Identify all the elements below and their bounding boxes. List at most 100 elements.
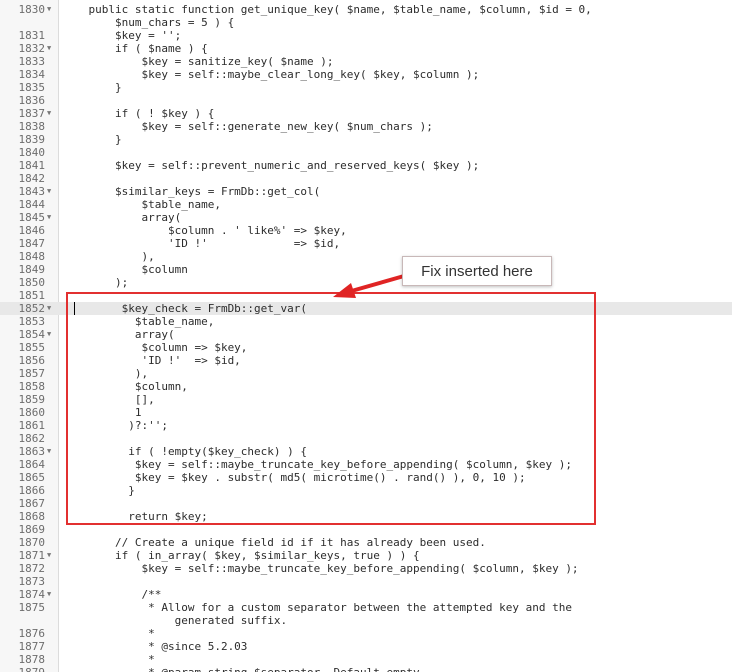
code-line[interactable]: 1840 [0,146,732,159]
fold-arrow-icon[interactable]: ▼ [47,588,51,601]
code-line[interactable]: 1851 [0,289,732,302]
code-line[interactable]: 1839 } [0,133,732,146]
code-line[interactable]: 1850 ); [0,276,732,289]
fold-arrow-icon[interactable]: ▼ [47,445,51,458]
code-line[interactable]: 1834 $key = self::maybe_clear_long_key( … [0,68,732,81]
code-text[interactable]: // Create a unique field id if it has al… [62,536,486,549]
code-line[interactable]: 1844 $table_name, [0,198,732,211]
code-line[interactable]: 1843 ▼ $similar_keys = FrmDb::get_col( [0,185,732,198]
code-line[interactable]: 1852 ▼ $key_check = FrmDb::get_var( [0,302,732,315]
code-line[interactable]: 1871 ▼ if ( in_array( $key, $similar_keys… [0,549,732,562]
code-line[interactable]: generated suffix. [0,614,732,627]
code-line[interactable]: 1847 'ID !' => $id, [0,237,732,250]
code-line[interactable]: 1863 ▼ if ( !empty($key_check) ) { [0,445,732,458]
code-line[interactable]: 1879 * @param string $separator. Default… [0,666,732,672]
code-text[interactable]: if ( !empty($key_check) ) { [62,445,307,458]
code-line[interactable]: 1866 } [0,484,732,497]
fold-arrow-icon[interactable]: ▼ [47,549,51,562]
code-line[interactable]: 1830 ▼ public static function get_unique_… [0,3,732,16]
code-text[interactable]: $key = sanitize_key( $name ); [62,55,333,68]
code-text[interactable]: } [62,133,122,146]
code-line[interactable]: 1848 ), [0,250,732,263]
code-line[interactable]: 1841 $key = self::prevent_numeric_and_re… [0,159,732,172]
code-text[interactable]: 'ID !' => $id, [62,237,340,250]
code-editor[interactable]: 1830 ▼ public static function get_unique_… [0,0,732,672]
code-text[interactable]: $table_name, [62,315,214,328]
code-line[interactable]: 1836 [0,94,732,107]
code-line[interactable]: 1877 * @since 5.2.03 [0,640,732,653]
code-text[interactable]: array( [62,211,181,224]
code-text[interactable]: $num_chars = 5 ) { [62,16,234,29]
code-line[interactable]: 1855 $column => $key, [0,341,732,354]
code-line[interactable]: 1867 [0,497,732,510]
code-line[interactable]: 1861 )?:''; [0,419,732,432]
code-text[interactable]: $similar_keys = FrmDb::get_col( [62,185,320,198]
code-text[interactable]: $key = $key . substr( md5( microtime() .… [62,471,526,484]
code-line[interactable]: 1878 * [0,653,732,666]
code-line[interactable]: 1869 [0,523,732,536]
code-text[interactable]: $key_check = FrmDb::get_var( [62,302,307,315]
code-text[interactable]: $column [62,263,187,276]
fold-arrow-icon[interactable]: ▼ [47,107,51,120]
code-line[interactable]: 1831 $key = ''; [0,29,732,42]
code-text[interactable]: * @since 5.2.03 [62,640,247,653]
code-line[interactable]: 1833 $key = sanitize_key( $name ); [0,55,732,68]
code-line[interactable]: 1853 $table_name, [0,315,732,328]
code-line[interactable]: 1857 ), [0,367,732,380]
code-line[interactable]: 1876 * [0,627,732,640]
fold-arrow-icon[interactable]: ▼ [47,302,51,315]
code-text[interactable]: * [62,653,155,666]
code-text[interactable]: $key = self::maybe_clear_long_key( $key,… [62,68,479,81]
code-line[interactable]: 1856 'ID !' => $id, [0,354,732,367]
fold-arrow-icon[interactable]: ▼ [47,328,51,341]
code-line[interactable]: 1858 $column, [0,380,732,393]
code-line[interactable]: 1865 $key = $key . substr( md5( microtim… [0,471,732,484]
code-text[interactable]: $key = self::prevent_numeric_and_reserve… [62,159,479,172]
code-text[interactable]: $table_name, [62,198,220,211]
code-text[interactable]: 1 [62,406,142,419]
code-line[interactable]: 1860 1 [0,406,732,419]
code-text[interactable]: * @param string $separator. Default empt… [62,666,426,672]
fold-arrow-icon[interactable]: ▼ [47,42,51,55]
code-text[interactable]: public static function get_unique_key( $… [62,3,591,16]
code-text[interactable]: ), [62,367,148,380]
code-line[interactable]: 1845 ▼ array( [0,211,732,224]
code-text[interactable]: $column, [62,380,188,393]
code-text[interactable]: 'ID !' => $id, [62,354,240,367]
code-text[interactable]: )?:''; [62,419,168,432]
code-text[interactable]: array( [62,328,175,341]
code-line[interactable]: 1859 [], [0,393,732,406]
code-line[interactable]: 1874 ▼ /** [0,588,732,601]
code-text[interactable]: * Allow for a custom separator between t… [62,601,572,614]
code-line[interactable]: 1835 } [0,81,732,94]
code-text[interactable]: if ( ! $key ) { [62,107,214,120]
code-text[interactable]: $key = self::generate_new_key( $num_char… [62,120,432,133]
code-text[interactable]: $column . ' like%' => $key, [62,224,347,237]
fold-arrow-icon[interactable]: ▼ [47,3,51,16]
fold-arrow-icon[interactable]: ▼ [47,185,51,198]
code-line[interactable]: 1838 $key = self::generate_new_key( $num… [0,120,732,133]
code-line[interactable]: 1837 ▼ if ( ! $key ) { [0,107,732,120]
code-line[interactable]: 1842 [0,172,732,185]
code-line[interactable]: 1873 [0,575,732,588]
code-text[interactable]: } [62,484,135,497]
code-line[interactable]: 1854 ▼ array( [0,328,732,341]
code-text[interactable]: ), [62,250,154,263]
code-line[interactable]: 1846 $column . ' like%' => $key, [0,224,732,237]
code-text[interactable]: [], [62,393,155,406]
code-text[interactable]: $column => $key, [62,341,247,354]
code-text[interactable]: $key = self::maybe_truncate_key_before_a… [62,562,578,575]
code-text[interactable]: ); [62,276,128,289]
code-text[interactable]: return $key; [62,510,207,523]
code-line[interactable]: 1862 [0,432,732,445]
code-line[interactable]: 1832 ▼ if ( $name ) { [0,42,732,55]
code-text[interactable]: $key = self::maybe_truncate_key_before_a… [62,458,572,471]
code-line[interactable]: 1864 $key = self::maybe_truncate_key_bef… [0,458,732,471]
code-line[interactable]: $num_chars = 5 ) { [0,16,732,29]
code-text[interactable]: if ( in_array( $key, $similar_keys, true… [62,549,420,562]
code-text[interactable]: generated suffix. [62,614,288,627]
code-text[interactable]: * [62,627,155,640]
code-line[interactable]: 1872 $key = self::maybe_truncate_key_bef… [0,562,732,575]
code-line[interactable]: 1870 // Create a unique field id if it h… [0,536,732,549]
code-text[interactable]: } [62,81,122,94]
